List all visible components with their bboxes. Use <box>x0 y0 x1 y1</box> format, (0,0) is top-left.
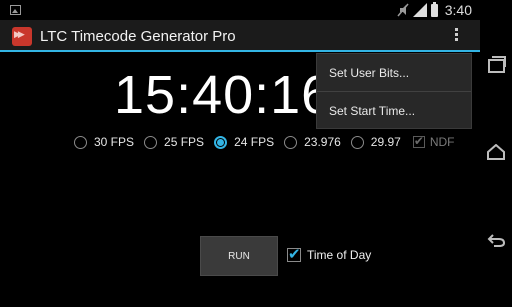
home-icon[interactable] <box>487 144 505 160</box>
timecode-display: 15:40:16: <box>114 65 349 125</box>
menu-item-set-start-time[interactable]: Set Start Time... <box>317 92 471 129</box>
status-icons: 3:40 <box>397 1 472 18</box>
fps-option-2997[interactable]: 29.97 <box>350 135 401 149</box>
gallery-icon <box>10 5 21 15</box>
radio-button[interactable] <box>144 135 158 149</box>
radio-button-selected[interactable] <box>214 135 228 149</box>
fps-option-25[interactable]: 25 FPS <box>144 135 204 149</box>
clock: 3:40 <box>444 2 472 18</box>
ndf-option[interactable]: NDF <box>411 134 455 149</box>
mute-icon <box>397 3 409 17</box>
ndf-checkbox[interactable] <box>412 134 425 148</box>
fps-label: 24 FPS <box>234 135 275 149</box>
run-button[interactable]: RUN <box>200 236 278 276</box>
radio-button[interactable] <box>74 135 87 149</box>
action-bar: LTC Timecode Generator Pro <box>0 20 480 52</box>
time-of-day-label: Time of Day <box>307 248 372 262</box>
overflow-menu-icon[interactable] <box>448 26 464 46</box>
status-bar: 3:40 <box>0 0 480 20</box>
back-icon[interactable] <box>487 233 505 247</box>
overflow-menu: Set User Bits... Set Start Time... <box>316 53 472 129</box>
recent-apps-icon[interactable] <box>488 56 506 73</box>
fps-label: 30 FPS <box>94 135 135 149</box>
signal-icon <box>412 3 427 17</box>
menu-item-set-user-bits[interactable]: Set User Bits... <box>317 54 471 91</box>
fps-option-24[interactable]: 24 FPS <box>214 135 274 149</box>
navigation-bar <box>480 0 512 307</box>
fps-label: 23.976 <box>304 135 341 149</box>
app-icon[interactable] <box>12 27 32 46</box>
radio-button[interactable] <box>350 135 364 149</box>
ndf-label: NDF <box>429 135 455 149</box>
fps-label: 29.97 <box>370 135 401 149</box>
fps-label: 25 FPS <box>164 135 205 149</box>
time-of-day-checkbox[interactable] <box>287 245 301 263</box>
battery-icon <box>430 1 438 17</box>
time-of-day-option[interactable]: Time of Day <box>287 245 372 263</box>
fps-radio-group: 30 FPS 25 FPS 24 FPS 23.976 29.97 NDF <box>74 134 465 149</box>
fps-option-30[interactable]: 30 FPS <box>74 135 134 149</box>
radio-button[interactable] <box>284 135 298 149</box>
app-title: LTC Timecode Generator Pro <box>40 28 236 45</box>
fps-option-23976[interactable]: 23.976 <box>284 135 341 149</box>
